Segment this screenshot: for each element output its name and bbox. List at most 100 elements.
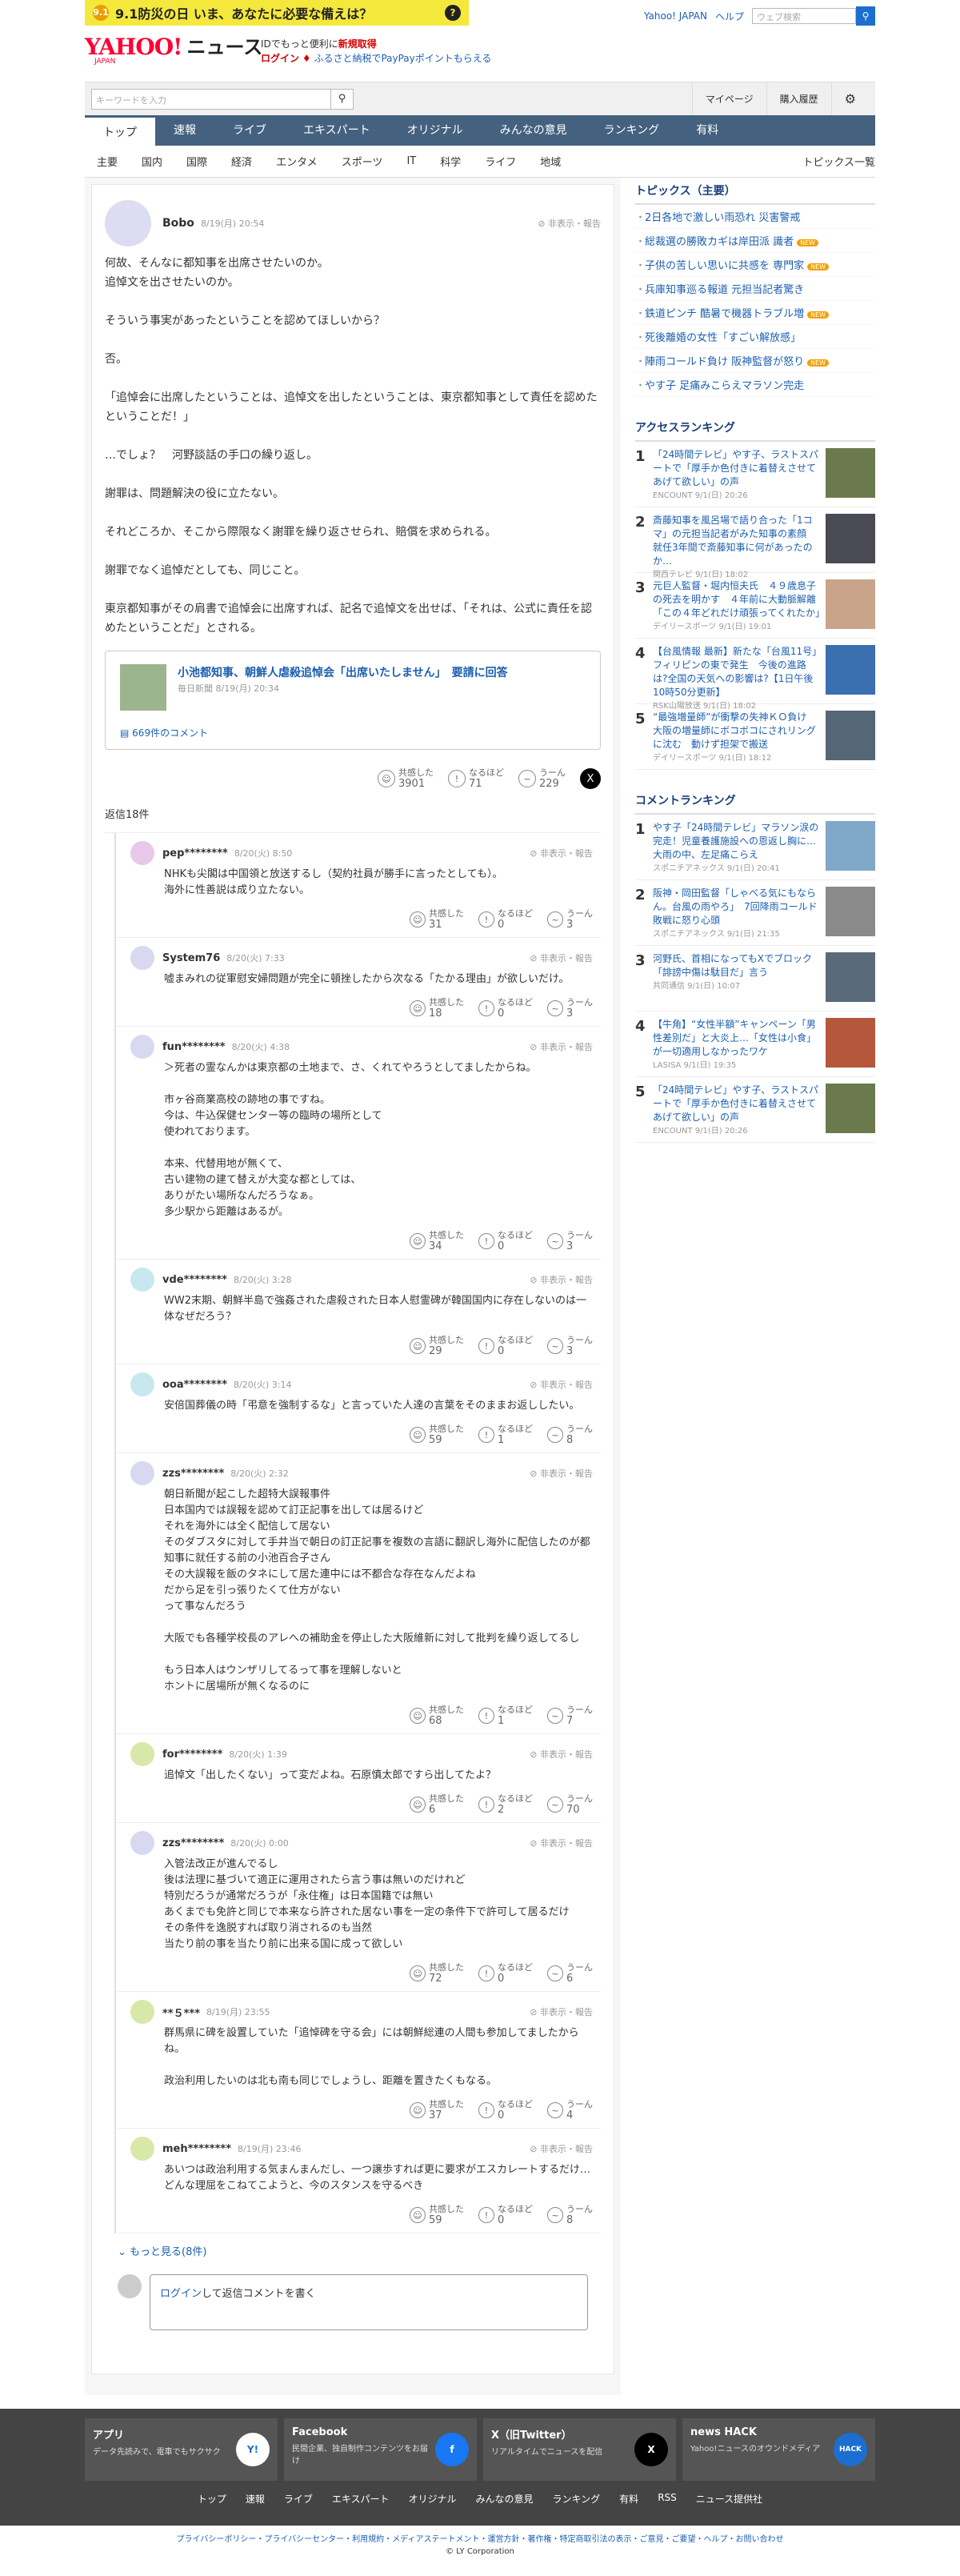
footer-app-card[interactable]: news HACK Yahoo!ニュースのオウンドメディア HACK: [682, 2418, 875, 2481]
report-link[interactable]: ⊘ 非表示・報告: [530, 847, 593, 859]
agree-button[interactable]: ☺ 共感した 68: [410, 1705, 464, 1727]
report-link[interactable]: ⊘ 非表示・報告: [530, 1040, 593, 1053]
x-share-icon[interactable]: X: [580, 768, 601, 789]
footer-nav-item[interactable]: オリジナル: [409, 2492, 457, 2506]
post-user[interactable]: Bobo: [162, 217, 194, 230]
topic-title[interactable]: やす子 足痛みこらえマラソン完走: [645, 380, 804, 392]
topics-list-link[interactable]: トピックス一覧: [790, 154, 875, 169]
reply-login-link[interactable]: ログイン: [160, 2288, 202, 2300]
ranking-title[interactable]: 元巨人監督・堀内恒夫氏 ４９歳息子の死去を明かす ４年前に大動脈解離「この４年ど…: [653, 579, 825, 620]
ranking-item[interactable]: 4 【台風情報 最新】新たな「台風11号」フィリピンの東で発生 今後の進路は?全国…: [635, 639, 875, 711]
agree-button[interactable]: ☺ 共感した 59: [410, 1424, 464, 1446]
footer-nav-item[interactable]: 速報: [246, 2492, 265, 2506]
help-link[interactable]: ヘルプ: [715, 10, 744, 23]
nav-tab[interactable]: ランキング: [586, 115, 678, 146]
naruhodo-button[interactable]: ! なるほど 0: [478, 2204, 533, 2226]
ranking-item[interactable]: 2 斎藤知事を風呂場で語り合った「1コマ」の元担当記者がみた知事の素顔 就任3年間…: [635, 507, 875, 579]
topic-item[interactable]: 死後離婚の女性「すごい解放感」: [635, 325, 875, 349]
search-icon[interactable]: ⚲: [331, 88, 354, 110]
category-tab[interactable]: 経済: [219, 154, 264, 169]
naruhodo-button[interactable]: ! なるほど 1: [478, 1705, 533, 1727]
ranking-title[interactable]: 河野氏、首相になってもXでブロック「誹謗中傷は駄目だ」言う: [653, 952, 821, 980]
report-link[interactable]: ⊘ 非表示・報告: [530, 2005, 593, 2018]
naruhodo-button[interactable]: ! なるほど 0: [478, 908, 533, 931]
topic-title[interactable]: 2日各地で激しい雨恐れ 災害警戒: [645, 212, 800, 224]
ranking-item[interactable]: 5 “最強増量師”が衝撃の失神ＫＯ負け 大阪の増量師にボコボコにされリングに沈む …: [635, 704, 875, 770]
category-tab[interactable]: エンタメ: [264, 154, 330, 169]
purchase-history-link[interactable]: 購入履歴: [766, 82, 831, 116]
reply-input[interactable]: ログインして返信コメントを書く: [150, 2274, 588, 2330]
report-link[interactable]: ⊘ 非表示・報告: [530, 1273, 593, 1286]
gear-icon[interactable]: ⚙: [830, 82, 869, 116]
ranking-title[interactable]: 阪神・岡田監督「しゃべる気にもならん。台風の雨やろ」 7回降雨コールド敗戦に怒り…: [653, 887, 821, 927]
ranking-item[interactable]: 3 河野氏、首相になってもXでブロック「誹謗中傷は駄目だ」言う 共同通信 9/1(日…: [635, 946, 875, 1012]
reply-user[interactable]: System76: [162, 952, 220, 964]
category-tab[interactable]: 地域: [528, 154, 573, 169]
uun-button[interactable]: ~ うーん 4: [547, 2099, 593, 2121]
topic-item[interactable]: やす子 足痛みこらえマラソン完走: [635, 373, 875, 397]
category-tab[interactable]: 科学: [428, 154, 473, 169]
topic-title[interactable]: 子供の苦しい思いに共感を 専門家: [645, 260, 804, 272]
article-title[interactable]: 小池都知事、朝鮮人虐殺追悼会「出席いたしません」 要請に回答: [120, 664, 586, 682]
category-tab[interactable]: 主要: [85, 154, 130, 169]
reply-user[interactable]: zzs********: [162, 1837, 224, 1849]
report-link[interactable]: ⊘ 非表示・報告: [530, 951, 593, 964]
topic-title[interactable]: 陣雨コールド負け 阪神監督が怒り: [645, 356, 804, 368]
ranking-item[interactable]: 3 元巨人監督・堀内恒夫氏 ４９歳息子の死去を明かす ４年前に大動脈解離「この４年…: [635, 573, 875, 639]
naruhodo-button[interactable]: ! なるほど 0: [478, 2099, 533, 2121]
report-link[interactable]: ⊘ 非表示・報告: [530, 1467, 593, 1480]
footer-nav-item[interactable]: みんなの意見: [476, 2492, 534, 2506]
uun-button[interactable]: ~ うーん 8: [547, 1424, 593, 1446]
topic-title[interactable]: 総裁選の勝敗カギは岸田派 識者: [645, 236, 794, 248]
nav-tab[interactable]: 有料: [678, 115, 737, 146]
topic-item[interactable]: 子供の苦しい思いに共感を 専門家NEW: [635, 253, 875, 277]
footer-nav-item[interactable]: ライブ: [284, 2492, 313, 2506]
category-tab[interactable]: 国内: [130, 154, 174, 169]
ranking-title[interactable]: 「24時間テレビ」やす子、ラストスパートで「厚手か色付きに着替えさせてあげて欲し…: [653, 448, 821, 489]
footer-app-card[interactable]: Facebook 民間企業、独自制作コンテンツをお届け f: [284, 2418, 477, 2481]
topic-item[interactable]: 鉄道ピンチ 酷暑で機器トラブル増NEW: [635, 301, 875, 325]
naruhodo-button[interactable]: ! なるほど 2: [478, 1793, 533, 1816]
yahoo-news-logo[interactable]: YAHOO! JAPAN ニュース: [85, 35, 262, 66]
reply-user[interactable]: fun********: [162, 1041, 226, 1053]
footer-nav-item[interactable]: トップ: [198, 2492, 226, 2506]
agree-button[interactable]: ☺ 共感した 37: [410, 2099, 464, 2121]
uun-button[interactable]: ~ うーん 8: [547, 2204, 593, 2226]
yahoo-japan-link[interactable]: Yahoo! JAPAN: [644, 10, 707, 22]
uun-button[interactable]: ~ うーん 3: [547, 908, 593, 931]
reply-user[interactable]: **５***: [162, 2005, 200, 2020]
report-link[interactable]: ⊘ 非表示・報告: [530, 2142, 593, 2155]
agree-button[interactable]: ☺ 共感した 72: [410, 1962, 464, 1985]
nav-tab[interactable]: ライブ: [214, 115, 285, 146]
nav-tab[interactable]: みんなの意見: [482, 115, 586, 146]
agree-button[interactable]: ☺ 共感した 34: [410, 1230, 464, 1252]
signup-link[interactable]: 新規取得: [338, 38, 377, 50]
footer-nav-item[interactable]: 有料: [619, 2492, 638, 2506]
uun-button[interactable]: ~ うーん 3: [547, 1335, 593, 1357]
naruhodo-button[interactable]: ! なるほど 0: [478, 1962, 533, 1985]
uun-button[interactable]: ~ うーん 7: [547, 1705, 593, 1727]
agree-button[interactable]: ☺ 共感した 18: [410, 997, 464, 1020]
ranking-item[interactable]: 2 阪神・岡田監督「しゃべる気にもならん。台風の雨やろ」 7回降雨コールド敗戦に怒…: [635, 880, 875, 946]
footer-links[interactable]: プライバシーポリシー・プライバシーセンター・利用規約・メディアステートメント・運…: [0, 2532, 960, 2544]
nav-tab[interactable]: オリジナル: [389, 115, 482, 146]
reply-user[interactable]: meh********: [162, 2143, 231, 2155]
agree-button[interactable]: ☺ 共感した 59: [410, 2204, 464, 2226]
naruhodo-button[interactable]: ! なるほど 0: [478, 997, 533, 1020]
naruhodo-button[interactable]: ! なるほど 71: [448, 767, 504, 790]
topic-title[interactable]: 死後離婚の女性「すごい解放感」: [645, 332, 801, 344]
article-card[interactable]: 小池都知事、朝鮮人虐殺追悼会「出席いたしません」 要請に回答 毎日新聞 8/19…: [105, 651, 601, 750]
topic-item[interactable]: 兵庫知事巡る報道 元担当記者驚き: [635, 277, 875, 301]
report-link[interactable]: ⊘ 非表示・報告: [530, 1748, 593, 1761]
furusato-link[interactable]: ふるさと納税でPayPayポイントもらえる: [314, 53, 491, 64]
reply-user[interactable]: for********: [162, 1749, 222, 1761]
footer-nav-item[interactable]: ランキング: [553, 2492, 601, 2506]
reply-user[interactable]: ooa********: [162, 1379, 227, 1391]
category-tab[interactable]: 国際: [174, 154, 219, 169]
more-replies-link[interactable]: ⌄ もっと見る(8件): [105, 2233, 601, 2268]
nav-tab[interactable]: 速報: [155, 115, 214, 146]
category-tab[interactable]: IT: [394, 155, 428, 167]
report-link[interactable]: ⊘ 非表示・報告: [530, 1378, 593, 1391]
agree-button[interactable]: ☺ 共感した 6: [410, 1793, 464, 1816]
mypage-link[interactable]: マイページ: [691, 82, 766, 116]
